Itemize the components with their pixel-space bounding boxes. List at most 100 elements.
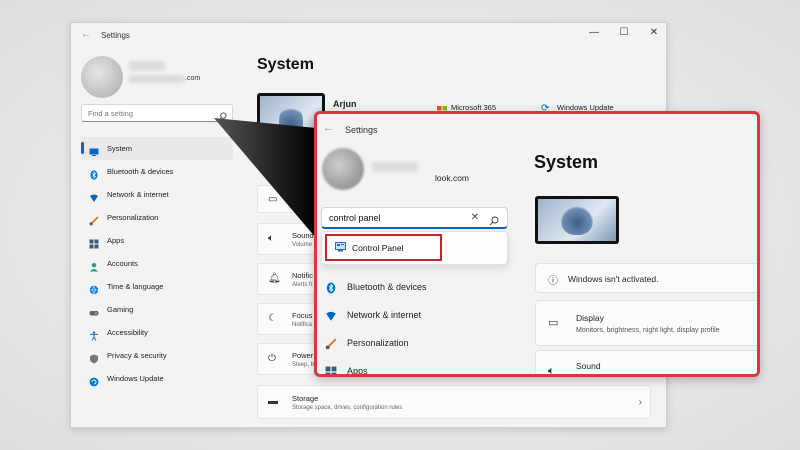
brush-icon: [89, 213, 99, 225]
sidebar-item-apps[interactable]: Apps: [325, 357, 427, 376]
search-value: control panel: [329, 213, 381, 223]
system-icon: [89, 144, 99, 156]
moon-icon: ☾: [268, 313, 277, 324]
chevron-right-icon: ›: [638, 397, 642, 408]
card-subtitle: Storage space, drives, configuration rul…: [292, 405, 403, 411]
card-title: Focus: [292, 311, 313, 320]
back-arrow-icon[interactable]: ←: [323, 122, 334, 134]
sidebar-item-label: Bluetooth & devices: [107, 167, 174, 176]
accessibility-icon: [89, 328, 99, 341]
sidebar-item-network-internet[interactable]: Network & internet: [325, 301, 427, 329]
window-title: Settings: [345, 125, 378, 135]
close-button[interactable]: ✕: [648, 27, 660, 38]
sidebar-item-windows-update[interactable]: Windows Update: [81, 367, 233, 390]
clear-icon[interactable]: ✕: [471, 212, 479, 223]
page-title: System: [534, 152, 599, 172]
info-icon: ⓘ: [548, 276, 558, 287]
sidebar-item-bluetooth-devices[interactable]: Bluetooth & devices: [325, 273, 427, 301]
sidebar-item-label: Bluetooth & devices: [347, 282, 427, 292]
search-icon[interactable]: [489, 213, 499, 231]
sidebar-item-time-language[interactable]: Time & language: [81, 275, 233, 298]
sidebar-item-label: Apps: [107, 236, 125, 245]
bluetooth-icon: [89, 167, 99, 180]
card-subtitle: Volume: [292, 242, 313, 248]
activation-banner[interactable]: ⓘ Windows isn't activated.: [535, 263, 757, 293]
email-suffix: .com: [185, 75, 201, 82]
speaker-icon: 🔈︎: [268, 233, 274, 244]
sidebar-item-system[interactable]: System: [81, 137, 233, 160]
bell-icon: 🔔︎: [268, 273, 281, 284]
card-sound[interactable]: 🔈︎ Sound: [535, 350, 757, 377]
card-title: Notific: [292, 271, 313, 280]
search-input[interactable]: Find a setting: [81, 104, 233, 122]
sidebar-nav: Bluetooth & devices Network & internet Per…: [325, 273, 427, 376]
monitor-icon: ▭: [548, 317, 559, 329]
suggestion-control-panel[interactable]: Control Panel: [325, 234, 442, 261]
search-placeholder: Find a setting: [88, 109, 134, 118]
speaker-icon: 🔈︎: [548, 365, 555, 377]
bluetooth-icon: [325, 281, 337, 294]
apps-icon: [325, 365, 337, 374]
gaming-icon: [89, 305, 99, 315]
apps-icon: [89, 236, 99, 248]
sidebar-nav: System Bluetooth & devices Network & inter…: [81, 137, 233, 390]
power-icon: ⏻: [268, 353, 276, 364]
avatar[interactable]: [81, 56, 123, 98]
zoomed-settings-window: ← Settings look.com control panel ✕ Cont…: [314, 111, 760, 377]
card-title: Power: [292, 351, 314, 360]
card-storage[interactable]: ▬ Storage Storage space, drives, configu…: [257, 385, 651, 419]
avatar[interactable]: [322, 148, 364, 190]
search-icon[interactable]: [218, 108, 227, 126]
sidebar-item-label: Accounts: [107, 259, 138, 268]
title-bar: ← Settings — ☐ ✕: [71, 23, 666, 47]
brush-icon: [325, 337, 337, 350]
control-panel-icon: [335, 239, 346, 257]
sidebar-item-accounts[interactable]: Accounts: [81, 252, 233, 275]
card-display[interactable]: ▭ Display Monitors, brightness, night li…: [535, 300, 757, 346]
update-icon: [89, 374, 99, 386]
card-title: Display: [576, 313, 604, 323]
card-title: Storage: [292, 394, 319, 403]
desktop-preview[interactable]: [535, 196, 619, 244]
globe-icon: [89, 282, 99, 295]
card-title: Sound: [576, 361, 601, 371]
card-subtitle: Alerts fr: [292, 282, 313, 288]
search-suggestions: Control Panel: [321, 231, 508, 265]
suggestion-label: Control Panel: [352, 242, 404, 253]
sidebar-item-label: Personalization: [107, 213, 159, 222]
storage-icon: ▬: [268, 396, 278, 407]
card-subtitle: Monitors, brightness, night light, displ…: [576, 327, 720, 334]
sidebar-item-gaming[interactable]: Gaming: [81, 298, 233, 321]
sidebar-item-label: System: [107, 144, 133, 153]
wifi-icon: [89, 190, 99, 202]
sidebar-item-label: Network & internet: [107, 190, 169, 199]
maximize-button[interactable]: ☐: [618, 27, 630, 38]
blurred-name: [129, 61, 165, 71]
sidebar-item-label: Windows Update: [107, 374, 164, 383]
card-subtitle: Notifica: [292, 322, 313, 328]
sidebar-item-personalization[interactable]: Personalization: [81, 206, 233, 229]
search-input[interactable]: control panel ✕: [321, 207, 508, 229]
sidebar-item-bluetooth-devices[interactable]: Bluetooth & devices: [81, 160, 233, 183]
card-subtitle: Sleep, b: [292, 362, 315, 368]
user-name: Arjun: [333, 99, 357, 109]
sidebar-item-privacy-security[interactable]: Privacy & security: [81, 344, 233, 367]
sidebar-item-label: Time & language: [107, 282, 164, 291]
window-title: Settings: [101, 31, 130, 40]
sidebar-item-label: Gaming: [107, 305, 134, 314]
sidebar-item-label: Apps: [347, 366, 368, 376]
sidebar-item-label: Personalization: [347, 338, 409, 348]
minimize-button[interactable]: —: [588, 27, 600, 38]
accounts-icon: [89, 259, 99, 271]
sidebar-item-accessibility[interactable]: Accessibility: [81, 321, 233, 344]
sidebar-item-label: Network & internet: [347, 310, 422, 320]
wifi-icon: [325, 309, 337, 321]
back-arrow-icon[interactable]: ←: [81, 29, 91, 40]
blurred-name: [372, 162, 418, 172]
sidebar-item-label: Privacy & security: [107, 351, 167, 360]
sidebar-item-network-internet[interactable]: Network & internet: [81, 183, 233, 206]
sidebar-item-personalization[interactable]: Personalization: [325, 329, 427, 357]
shield-icon: [89, 351, 99, 363]
monitor-icon: ▭: [268, 194, 278, 205]
sidebar-item-apps[interactable]: Apps: [81, 229, 233, 252]
